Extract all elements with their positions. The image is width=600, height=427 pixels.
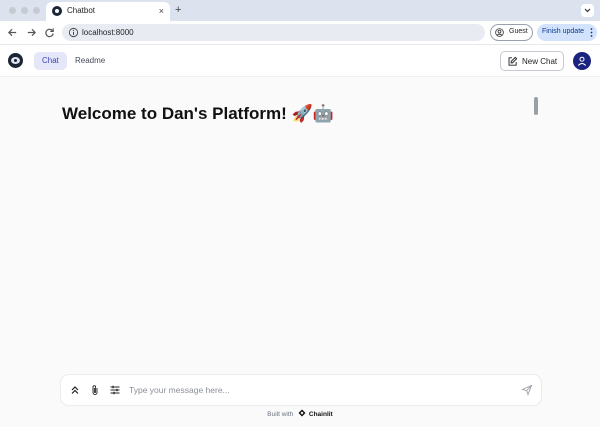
tab-chat[interactable]: Chat	[34, 52, 67, 70]
back-icon[interactable]	[7, 27, 18, 38]
window-zoom-control[interactable]	[33, 7, 40, 14]
guest-profile-button[interactable]: Guest	[490, 24, 533, 41]
user-avatar-button[interactable]	[573, 52, 591, 70]
more-vert-icon	[590, 28, 593, 37]
site-info-icon[interactable]	[68, 27, 79, 38]
url-text: localhost:8000	[82, 28, 134, 37]
forward-icon[interactable]	[26, 27, 37, 38]
sliders-icon[interactable]	[109, 384, 121, 396]
message-input[interactable]	[129, 383, 509, 397]
app-header: Chat Readme New Chat	[0, 45, 600, 77]
new-tab-icon[interactable]: +	[175, 3, 181, 17]
address-bar[interactable]: localhost:8000	[62, 24, 485, 41]
finish-update-label: Finish update	[542, 28, 585, 35]
browser-tab-bar: Chatbot × +	[0, 0, 600, 21]
new-chat-button[interactable]: New Chat	[500, 51, 564, 71]
chevron-down-icon	[584, 8, 591, 13]
browser-tab[interactable]: Chatbot ×	[46, 2, 170, 21]
finish-update-button[interactable]: Finish update	[537, 24, 597, 41]
welcome-message: Welcome to Dan's Platform! 🚀🤖	[62, 104, 334, 123]
favicon-icon	[52, 6, 62, 16]
new-chat-label: New Chat	[522, 57, 558, 66]
user-icon	[577, 56, 587, 66]
app-logo-icon[interactable]	[8, 53, 23, 68]
reload-icon[interactable]	[44, 27, 55, 38]
footer-prefix: Built with	[267, 411, 294, 418]
message-composer	[61, 375, 541, 405]
tab-close-icon[interactable]: ×	[159, 5, 164, 17]
send-icon[interactable]	[521, 384, 533, 396]
tab-readme[interactable]: Readme	[67, 52, 113, 70]
window-minimize-control[interactable]	[21, 7, 28, 14]
tab-search-button[interactable]	[581, 4, 594, 17]
guest-label: Guest	[509, 28, 528, 35]
guest-profile-icon	[495, 28, 504, 37]
tab-title: Chatbot	[67, 6, 96, 15]
scrollbar-thumb[interactable]	[534, 97, 538, 115]
window-close-control[interactable]	[9, 7, 16, 14]
chat-area: Welcome to Dan's Platform! 🚀🤖 Built with…	[0, 77, 600, 427]
chainlit-logo-icon	[298, 409, 306, 417]
chainlit-link[interactable]: Chainlit	[309, 411, 333, 418]
browser-toolbar: localhost:8000 Guest Finish update	[0, 21, 600, 45]
footer: Built with Chainlit	[0, 409, 600, 418]
edit-icon	[508, 56, 518, 66]
paperclip-icon[interactable]	[89, 384, 101, 396]
chevrons-up-icon[interactable]	[69, 384, 81, 396]
